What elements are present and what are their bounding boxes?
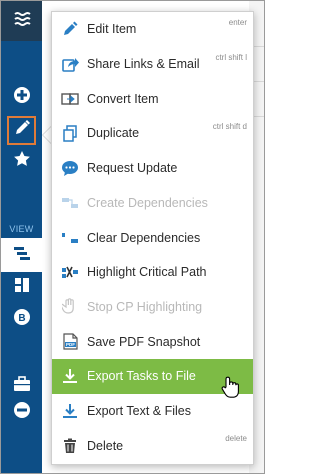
add-icon	[13, 86, 31, 109]
menu-item-label: Export Tasks to File	[87, 369, 196, 384]
menu-item-label: Save PDF Snapshot	[87, 334, 201, 349]
download-icon	[61, 367, 79, 385]
menu-item-edit-item[interactable]: Edit Item enter	[52, 12, 253, 47]
chat-bubble-icon	[61, 159, 79, 177]
briefcase-icon	[13, 375, 31, 397]
remove-button[interactable]	[1, 395, 42, 429]
edit-button[interactable]	[7, 116, 36, 145]
menu-item-request-update[interactable]: Request Update	[52, 151, 253, 186]
menu-item-stop-cp-highlighting[interactable]: Stop CP Highlighting	[52, 290, 253, 325]
hand-icon	[61, 298, 79, 316]
menu-item-label: Duplicate	[87, 126, 140, 141]
svg-text:PDF: PDF	[66, 342, 75, 347]
menu-item-highlight-critical-path[interactable]: Highlight Critical Path	[52, 255, 253, 290]
menu-item-label: Create Dependencies	[87, 195, 208, 210]
menu-item-label: Convert Item	[87, 91, 159, 106]
critical-path-icon	[61, 263, 79, 281]
view-section-label: VIEW	[9, 224, 34, 234]
pdf-icon: PDF	[61, 333, 79, 351]
menu-item-shortcut: enter	[228, 18, 247, 27]
menu-item-label: Export Text & Files	[87, 404, 191, 419]
menu-item-convert-item[interactable]: Convert Item	[52, 81, 253, 116]
menu-item-create-dependencies[interactable]: Create Dependencies	[52, 186, 253, 221]
trash-icon	[61, 437, 79, 455]
left-nav-rail: VIEW B	[1, 1, 42, 473]
board-view-button[interactable]	[1, 270, 42, 304]
hamburger-icon	[13, 11, 31, 32]
menu-item-shortcut: ctrl shift l	[215, 52, 247, 62]
pencil-icon	[61, 20, 79, 38]
menu-item-delete[interactable]: Delete delete	[52, 428, 253, 463]
app-frame: VIEW B Edit Item enter Share Links & Ema…	[0, 0, 265, 474]
board-view-icon	[13, 277, 31, 298]
menu-item-label: Edit Item	[87, 22, 137, 37]
gantt-view-icon	[13, 245, 31, 266]
star-icon	[13, 150, 31, 173]
add-item-button[interactable]	[1, 80, 42, 114]
menu-item-label: Request Update	[87, 161, 178, 176]
convert-icon	[61, 90, 79, 108]
menu-item-label: Stop CP Highlighting	[87, 299, 203, 314]
main-menu-button[interactable]	[1, 1, 42, 41]
clear-dependencies-icon	[61, 229, 79, 247]
share-icon	[61, 55, 79, 73]
menu-item-share-links-email[interactable]: Share Links & Email ctrl shift l	[52, 47, 253, 82]
b-view-button[interactable]: B	[1, 302, 42, 336]
edit-icon	[13, 119, 31, 142]
menu-item-label: Share Links & Email	[87, 57, 200, 72]
download-icon	[61, 402, 79, 420]
menu-item-save-pdf-snapshot[interactable]: PDF Save PDF Snapshot	[52, 324, 253, 359]
menu-item-shortcut: ctrl shift d	[212, 122, 247, 132]
duplicate-icon	[61, 124, 79, 142]
b-view-icon: B	[13, 308, 31, 331]
hand-cursor-icon	[221, 376, 241, 405]
minus-circle-icon	[13, 401, 31, 424]
menu-item-label: Clear Dependencies	[87, 230, 201, 245]
menu-item-duplicate[interactable]: Duplicate ctrl shift d	[52, 116, 253, 151]
gantt-view-button[interactable]	[1, 238, 42, 272]
menu-item-clear-dependencies[interactable]: Clear Dependencies	[52, 220, 253, 255]
menu-item-label: Highlight Critical Path	[87, 265, 207, 280]
create-dependencies-icon	[61, 194, 79, 212]
favorites-button[interactable]	[1, 144, 42, 178]
menu-item-label: Delete	[87, 438, 124, 453]
menu-item-shortcut: delete	[225, 434, 247, 444]
svg-text:B: B	[18, 313, 25, 324]
